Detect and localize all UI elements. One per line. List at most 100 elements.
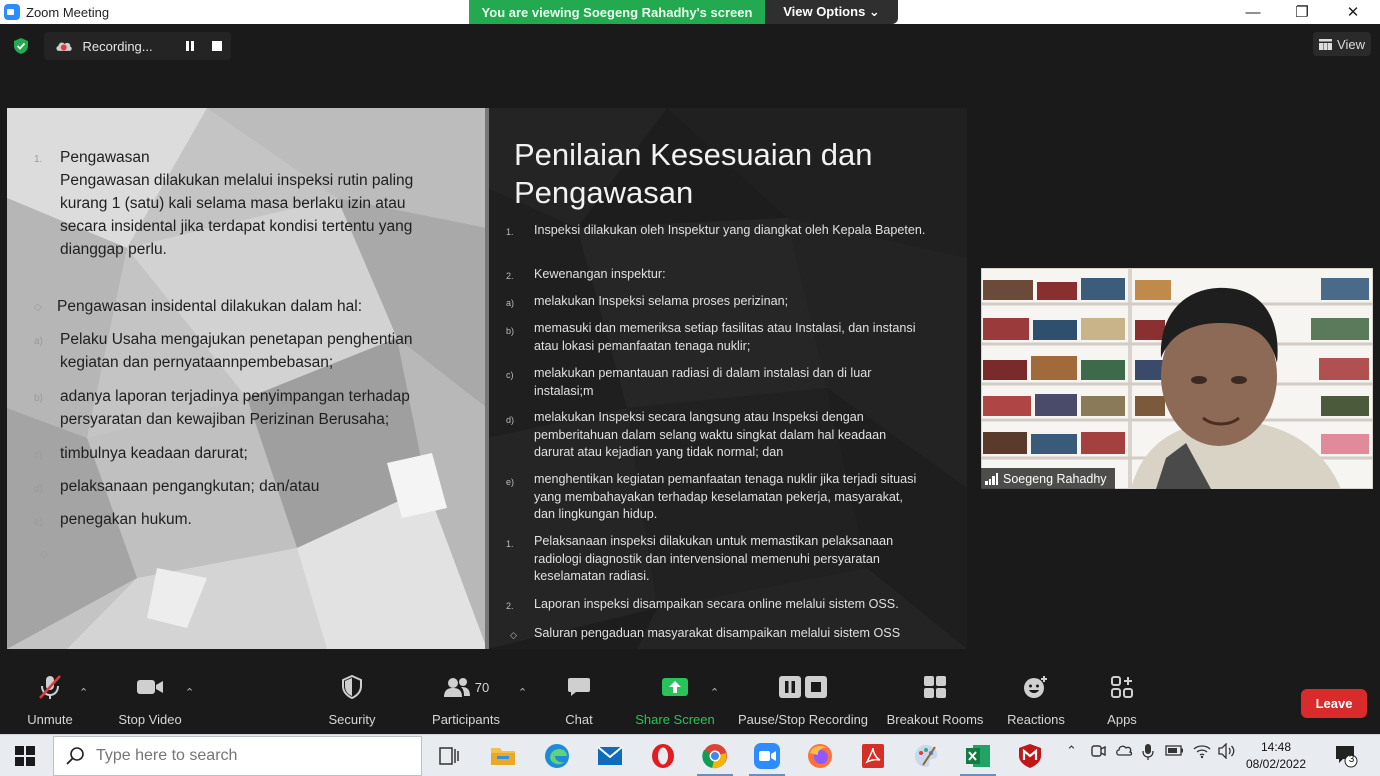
slide-right-item: Saluran pengaduan masyarakat disampaikan… — [534, 626, 901, 640]
slide-right-item: melakukan pemantauan radiasi di dalam in… — [534, 366, 872, 398]
apps-button[interactable]: Apps — [1100, 670, 1144, 734]
breakout-rooms-icon — [924, 676, 946, 698]
stop-video-button[interactable]: Stop Video — [112, 670, 188, 734]
chat-bubble-icon — [568, 678, 590, 696]
view-layout-button[interactable]: View — [1313, 32, 1371, 56]
battery-icon — [1165, 745, 1183, 756]
slide-left-panel: 1. Pengawasan Pengawasan dilakukan melal… — [7, 108, 487, 649]
taskbar-file-explorer[interactable] — [481, 739, 525, 773]
slide-right-item: Kewenangan inspektur: — [534, 267, 666, 281]
slide-left-heading: Pengawasan — [60, 149, 150, 166]
mcafee-shield-icon — [1019, 744, 1041, 768]
stop-video-label: Stop Video — [118, 712, 182, 727]
slide-right-marker: 2. — [506, 601, 514, 611]
apps-label: Apps — [1107, 712, 1137, 727]
minimize-button[interactable]: — — [1230, 0, 1276, 24]
notification-center-button[interactable]: 3 — [1334, 744, 1358, 773]
share-screen-arrow-icon — [662, 678, 688, 696]
show-hidden-icons-chevron-up-icon[interactable]: ⌃ — [1066, 743, 1077, 759]
slide-right-marker: e) — [506, 477, 515, 487]
slide-left-marker: d) — [34, 484, 43, 495]
slide-right-item: melakukan Inspeksi selama proses perizin… — [534, 294, 789, 308]
participant-video[interactable]: Soegeng Rahadhy — [981, 268, 1373, 489]
pause-recording-button[interactable] — [176, 32, 203, 60]
pause-icon — [185, 41, 194, 51]
wifi-icon — [1193, 745, 1211, 759]
battery-tray[interactable] — [1165, 743, 1185, 757]
windows-start-icon[interactable] — [15, 746, 35, 766]
slide-right-marker: c) — [506, 370, 514, 380]
notification-count: 3 — [1348, 754, 1355, 765]
audio-options-chevron-up-icon[interactable]: ⌃ — [79, 686, 88, 699]
slide-right-marker: b) — [506, 326, 515, 336]
security-shield-icon[interactable] — [12, 37, 30, 55]
connection-signal-icon — [985, 472, 998, 485]
slide-left-marker: ◇ — [40, 549, 48, 560]
participants-button[interactable]: 70 Participants — [428, 670, 504, 734]
folder-icon — [491, 748, 515, 765]
security-button[interactable]: Security — [324, 670, 380, 734]
microphone-icon — [1142, 744, 1154, 760]
unmute-button[interactable]: Unmute — [18, 670, 82, 734]
meeting-toolbar: Unmute ⌃ Stop Video ⌃ Security 70 Partic… — [0, 670, 1380, 734]
share-screen-label: Share Screen — [635, 712, 715, 727]
recording-status: Recording... — [82, 38, 153, 54]
participant-name: Soegeng Rahadhy — [1003, 471, 1107, 486]
system-clock[interactable]: 14:48 08/02/2022 — [1244, 739, 1308, 773]
slide-right-panel: Penilaian Kesesuaian dan Pengawasan 1. I… — [487, 108, 967, 649]
slide-divider — [485, 108, 489, 649]
participant-name-tag: Soegeng Rahadhy — [981, 468, 1115, 489]
taskbar-mail[interactable] — [588, 739, 632, 773]
taskbar-zoom[interactable] — [745, 739, 789, 776]
excel-icon — [966, 745, 990, 767]
slide-right-marker: 1. — [506, 539, 514, 549]
search-input[interactable] — [96, 747, 396, 765]
taskbar-edge[interactable] — [535, 739, 579, 773]
slide-right-item: Inspeksi dilakukan oleh Inspektur yang d… — [534, 223, 926, 237]
restore-button[interactable]: ❐ — [1279, 0, 1325, 24]
task-view-button[interactable] — [427, 739, 471, 773]
participants-options-chevron-up-icon[interactable]: ⌃ — [518, 686, 527, 699]
reactions-label: Reactions — [1007, 712, 1065, 727]
opera-browser-icon — [652, 744, 674, 768]
slide-left-item: pelaksanaan pengangkutan; dan/atau — [60, 478, 320, 495]
close-button[interactable]: ✕ — [1330, 0, 1376, 24]
window-title: Zoom Meeting — [26, 4, 110, 20]
taskbar-chrome[interactable] — [693, 739, 737, 776]
slide-left-item: Pelaku Usaha mengajukan penetapan penghe… — [60, 331, 413, 371]
stop-icon — [212, 41, 223, 51]
shared-screen: 1. Pengawasan Pengawasan dilakukan melal… — [7, 108, 967, 649]
taskbar-opera[interactable] — [641, 739, 685, 773]
meet-now-tray[interactable] — [1090, 743, 1106, 759]
slide-right-marker: d) — [506, 415, 515, 425]
taskbar-excel[interactable] — [956, 739, 1000, 776]
taskbar-firefox[interactable] — [798, 739, 842, 773]
slide-right-item: memasuki dan memeriksa setiap fasilitas … — [534, 321, 916, 353]
reactions-button[interactable]: Reactions — [1004, 670, 1068, 734]
share-options-chevron-up-icon[interactable]: ⌃ — [710, 686, 719, 699]
chat-button[interactable]: Chat — [558, 670, 600, 734]
onedrive-tray[interactable] — [1115, 743, 1133, 757]
volume-tray[interactable] — [1218, 743, 1236, 759]
video-options-chevron-up-icon[interactable]: ⌃ — [185, 686, 194, 699]
taskbar-acrobat[interactable] — [851, 739, 895, 773]
microphone-tray[interactable] — [1142, 743, 1154, 761]
wifi-tray[interactable] — [1193, 743, 1211, 759]
speaker-volume-icon — [1218, 743, 1235, 759]
chrome-browser-icon — [702, 744, 727, 769]
taskbar-search-box[interactable] — [53, 736, 422, 776]
reactions-smiley-icon — [1024, 676, 1047, 698]
zoom-meeting-window: Zoom Meeting — ❐ ✕ You are viewing Soege… — [0, 0, 1380, 776]
leave-meeting-button[interactable]: Leave — [1301, 689, 1367, 718]
stop-recording-button[interactable] — [204, 32, 231, 60]
slide-left-paragraph: Pengawasan dilakukan melalui inspeksi ru… — [60, 172, 414, 258]
taskbar-paint[interactable] — [904, 739, 948, 773]
mail-icon — [597, 746, 623, 765]
pause-stop-recording-button[interactable]: Pause/Stop Recording — [736, 670, 870, 734]
taskbar-mcafee[interactable] — [1008, 739, 1052, 773]
view-options-button[interactable]: View Options ⌄ — [765, 0, 898, 24]
breakout-rooms-button[interactable]: Breakout Rooms — [884, 670, 986, 734]
cloud-icon — [1116, 745, 1133, 756]
share-screen-button[interactable]: Share Screen — [632, 670, 718, 734]
slide-right-item: menghentikan kegiatan pemanfaatan tenaga… — [534, 472, 917, 521]
